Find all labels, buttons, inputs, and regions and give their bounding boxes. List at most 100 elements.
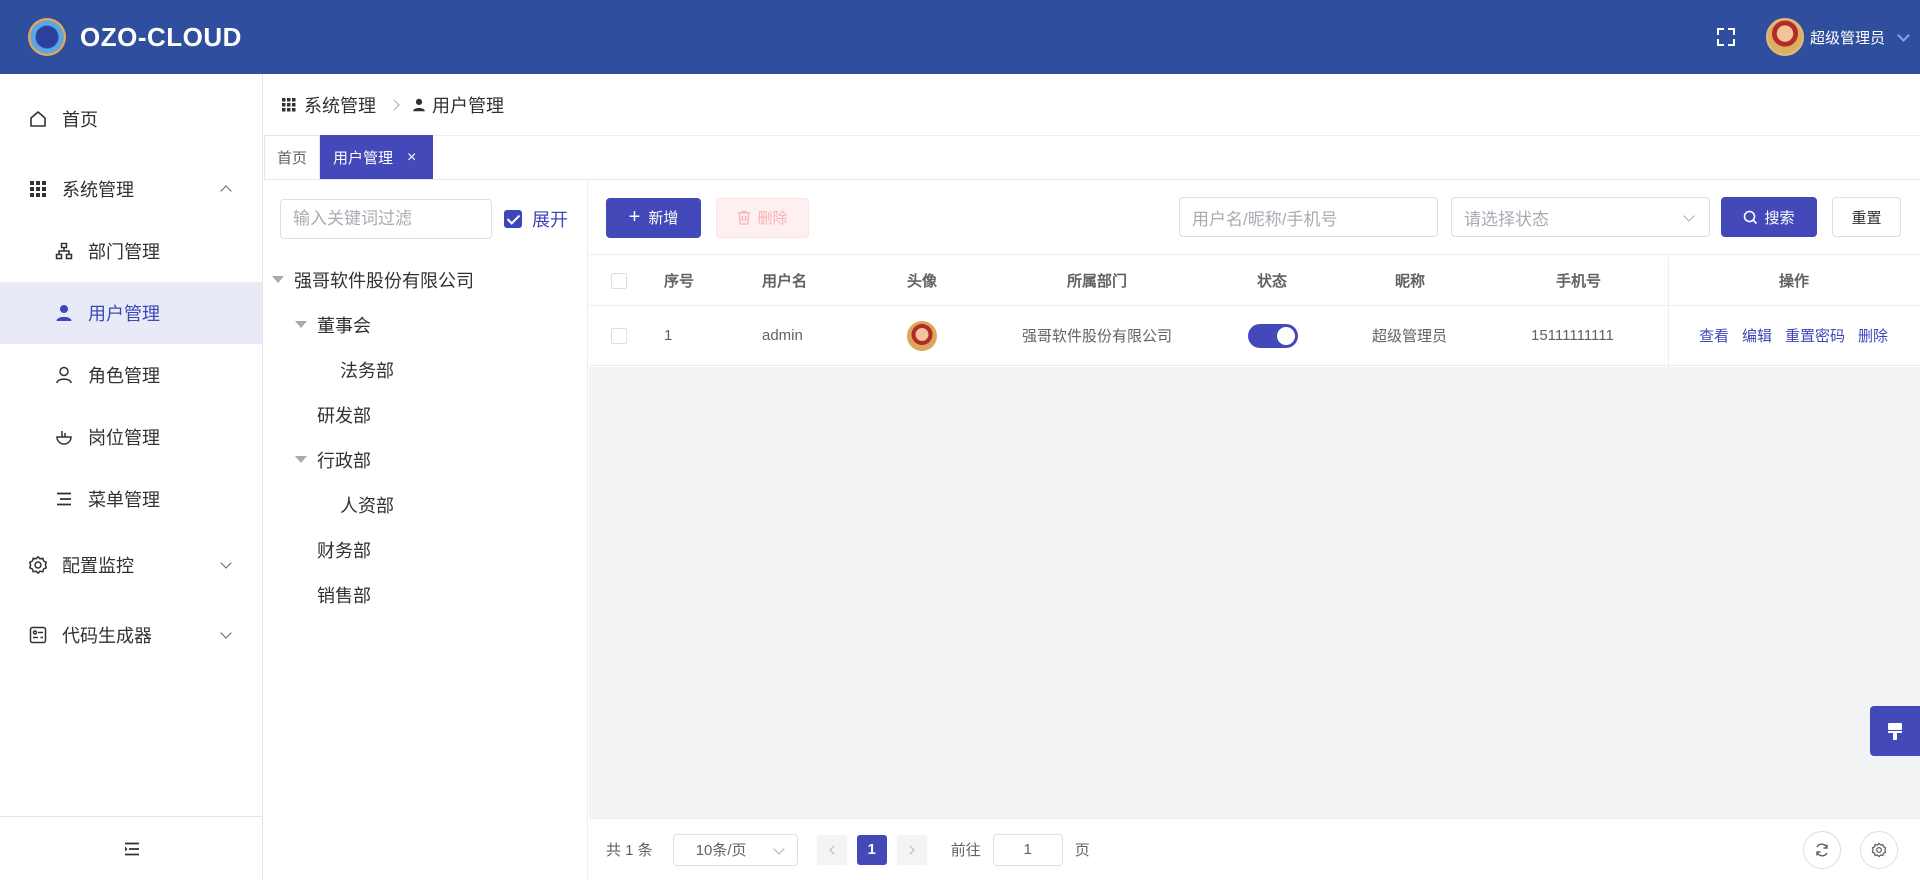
gear-icon xyxy=(28,555,48,575)
trash-icon xyxy=(738,210,751,225)
breadcrumb-current: 用户管理 xyxy=(432,95,504,116)
goto-page-input[interactable]: 1 xyxy=(992,833,1063,866)
checkbox-checked-icon xyxy=(504,210,522,228)
tree-node[interactable]: 法务部 xyxy=(264,347,587,392)
column-header: 头像 xyxy=(907,273,938,290)
expand-checkbox[interactable]: 展开 xyxy=(504,206,568,232)
sidebar-item-label: 用户管理 xyxy=(88,304,160,324)
page-suffix: 页 xyxy=(1074,842,1090,859)
edit-link[interactable]: 编辑 xyxy=(1742,325,1772,346)
tree-node[interactable]: 强哥软件股份有限公司 xyxy=(264,257,587,302)
sidebar-item-system[interactable]: 系统管理 xyxy=(0,158,262,220)
caret-down-icon[interactable] xyxy=(272,276,284,283)
view-link[interactable]: 查看 xyxy=(1699,325,1729,346)
page-size-select[interactable]: 10条/页 xyxy=(672,833,798,866)
tab-label: 用户管理 xyxy=(333,150,394,167)
tree-filter-input[interactable] xyxy=(280,199,492,239)
fixed-column-divider xyxy=(1668,256,1669,367)
breadcrumb-item-system[interactable]: 系统管理 xyxy=(282,92,376,118)
reset-button[interactable]: 重置 xyxy=(1832,197,1901,237)
table-header: 序号 用户名 头像 所属部门 状态 昵称 手机号 操作 xyxy=(589,256,1920,306)
user-table: 序号 用户名 头像 所属部门 状态 昵称 手机号 操作 1 admin 强哥软件… xyxy=(589,256,1920,367)
delete-button[interactable]: 删除 xyxy=(716,197,809,238)
sidebar-item-users[interactable]: 用户管理 xyxy=(0,282,262,344)
add-button[interactable]: + 新增 xyxy=(606,197,701,238)
row-avatar xyxy=(907,320,937,351)
breadcrumb-item-users: 用户管理 xyxy=(412,92,504,118)
tree-node[interactable]: 销售部 xyxy=(264,572,587,617)
tree-node-label: 研发部 xyxy=(317,405,371,426)
refresh-icon xyxy=(1816,843,1828,857)
code-icon xyxy=(28,625,48,645)
page-number-current[interactable]: 1 xyxy=(856,834,887,865)
sidebar-item-posts[interactable]: 岗位管理 xyxy=(0,406,262,468)
toolbar: + 新增 删除 用户名/昵称/手机号 请选择状态 搜索 重置 xyxy=(589,181,1920,255)
chevron-down-icon[interactable] xyxy=(1897,28,1910,42)
tree-node-label: 法务部 xyxy=(340,360,394,381)
sidebar-item-dept[interactable]: 部门管理 xyxy=(0,220,262,282)
caret-down-icon[interactable] xyxy=(295,456,307,463)
chevron-left-icon xyxy=(828,845,835,854)
tree-node[interactable]: 董事会 xyxy=(264,302,587,347)
row-nickname: 超级管理员 xyxy=(1372,328,1448,345)
sidebar-item-home[interactable]: 首页 xyxy=(0,88,262,150)
breadcrumb: 系统管理 用户管理 xyxy=(264,74,1920,136)
menu-list-icon xyxy=(54,489,74,509)
refresh-button[interactable] xyxy=(1803,831,1841,869)
delete-link[interactable]: 删除 xyxy=(1858,325,1888,346)
tree-node[interactable]: 行政部 xyxy=(264,437,587,482)
status-select[interactable]: 请选择状态 xyxy=(1451,197,1710,237)
grid-icon xyxy=(282,97,296,111)
keyword-search-input[interactable]: 用户名/昵称/手机号 xyxy=(1179,197,1438,237)
delete-button-label: 删除 xyxy=(757,210,788,227)
tree-node[interactable]: 研发部 xyxy=(264,392,587,437)
close-icon[interactable]: × xyxy=(407,149,416,167)
goto-label: 前往 xyxy=(950,842,981,859)
top-header: OZO-CLOUD 超级管理员 xyxy=(0,0,1920,74)
caret-down-icon[interactable] xyxy=(295,321,307,328)
logo-icon xyxy=(28,18,66,56)
dept-tree-panel: 展开 强哥软件股份有限公司 董事会 法务部 研发部 行政部 人资部 财务部 销售… xyxy=(264,181,588,880)
sidebar-item-menus[interactable]: 菜单管理 xyxy=(0,468,262,530)
search-button[interactable]: 搜索 xyxy=(1721,197,1817,237)
table-row: 1 admin 强哥软件股份有限公司 超级管理员 15111111111 查看 … xyxy=(589,306,1920,366)
sidebar-collapse-button[interactable] xyxy=(0,816,263,880)
fullscreen-icon[interactable] xyxy=(1714,25,1738,49)
table-settings-button[interactable] xyxy=(1860,831,1898,869)
grid-icon xyxy=(28,179,48,199)
tree-node[interactable]: 人资部 xyxy=(264,482,587,527)
next-page-button[interactable] xyxy=(896,834,927,865)
total-count: 共 1 条 xyxy=(606,842,653,859)
chevron-down-icon xyxy=(1683,210,1695,222)
sidebar-item-monitor[interactable]: 配置监控 xyxy=(0,534,262,596)
theme-settings-button[interactable] xyxy=(1870,706,1920,756)
status-toggle[interactable] xyxy=(1248,323,1298,348)
tree-node[interactable]: 财务部 xyxy=(264,527,587,572)
user-name[interactable]: 超级管理员 xyxy=(1810,27,1885,48)
tab-home[interactable]: 首页 xyxy=(264,135,321,179)
chevron-down-icon xyxy=(773,842,785,855)
select-all-checkbox[interactable] xyxy=(611,272,627,289)
sidebar-item-roles[interactable]: 角色管理 xyxy=(0,344,262,406)
row-checkbox[interactable] xyxy=(611,327,627,344)
app-logo[interactable]: OZO-CLOUD xyxy=(28,18,242,56)
reset-password-link[interactable]: 重置密码 xyxy=(1785,325,1845,346)
search-icon xyxy=(1744,210,1758,224)
tree-node-label: 强哥软件股份有限公司 xyxy=(294,270,474,291)
tab-users[interactable]: 用户管理 × xyxy=(320,135,434,179)
chevron-down-icon xyxy=(220,557,232,569)
status-placeholder: 请选择状态 xyxy=(1464,209,1549,229)
column-header: 用户名 xyxy=(762,273,808,290)
user-avatar[interactable] xyxy=(1765,18,1804,56)
row-username: admin xyxy=(762,327,803,344)
search-placeholder: 用户名/昵称/手机号 xyxy=(1192,209,1338,229)
sidebar-item-label: 首页 xyxy=(62,110,98,130)
sidebar-item-codegen[interactable]: 代码生成器 xyxy=(0,604,262,666)
sidebar-item-label: 系统管理 xyxy=(62,180,134,200)
table-empty-area xyxy=(589,367,1920,820)
page-size-value: 10条/页 xyxy=(695,842,747,859)
chevron-right-icon xyxy=(388,98,400,111)
prev-page-button[interactable] xyxy=(816,834,847,865)
column-header: 状态 xyxy=(1257,273,1288,290)
collapse-icon xyxy=(124,842,139,855)
